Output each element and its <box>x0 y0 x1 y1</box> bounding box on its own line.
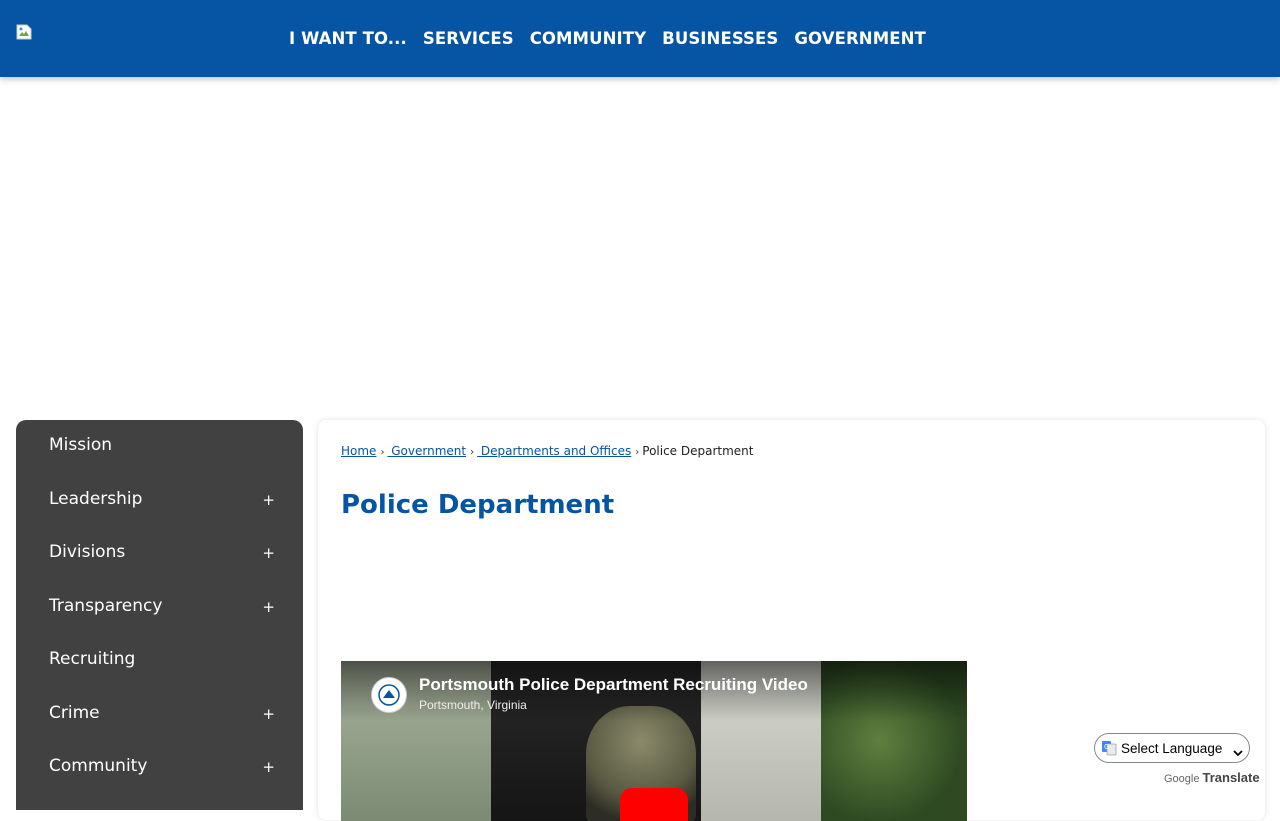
nav-services[interactable]: SERVICES <box>423 29 514 48</box>
google-wordmark: Google <box>1164 773 1200 785</box>
play-button[interactable] <box>620 788 688 821</box>
video-subtitle: Portsmouth, Virginia <box>419 698 527 712</box>
sidebar-item-recruiting[interactable]: Recruiting <box>16 634 303 687</box>
sidebar-item-label: Divisions <box>49 542 126 562</box>
breadcrumb-separator: › <box>635 447 640 458</box>
sidebar-item-label: Leadership <box>49 489 143 509</box>
breadcrumb-government[interactable]: Government <box>387 444 466 458</box>
channel-avatar[interactable] <box>371 677 407 713</box>
expand-plus-icon[interactable]: + <box>262 491 275 509</box>
sidebar-item-label: Recruiting <box>49 649 136 669</box>
video-embed[interactable]: Portsmouth Police Department Recruiting … <box>341 661 967 821</box>
breadcrumb-departments[interactable]: Departments and Offices <box>477 444 631 458</box>
sidebar-item-divisions[interactable]: Divisions + <box>16 527 303 580</box>
language-select[interactable]: G Select Language <box>1094 733 1250 763</box>
sidebar-item-transparency[interactable]: Transparency + <box>16 581 303 634</box>
nav-government[interactable]: GOVERNMENT <box>794 29 925 48</box>
sidebar-menu: Mission Leadership + Divisions + Transpa… <box>16 420 303 810</box>
translate-link[interactable]: Translate <box>1202 770 1259 785</box>
chevron-down-icon <box>1233 743 1243 762</box>
video-title[interactable]: Portsmouth Police Department Recruiting … <box>419 675 808 695</box>
expand-plus-icon[interactable]: + <box>262 705 275 723</box>
powered-by-google: Google Translate <box>1164 767 1260 786</box>
breadcrumb-current: Police Department <box>642 444 754 458</box>
breadcrumb-separator: › <box>470 447 475 458</box>
sidebar-item-community[interactable]: Community + <box>16 741 303 794</box>
svg-text:G: G <box>1104 743 1109 751</box>
nav-community[interactable]: COMMUNITY <box>530 29 646 48</box>
sidebar-item-label: Community <box>49 756 148 776</box>
site-logo[interactable] <box>16 24 32 40</box>
page-title: Police Department <box>341 490 615 520</box>
google-translate-icon: G <box>1101 740 1117 756</box>
expand-plus-icon[interactable]: + <box>262 598 275 616</box>
breadcrumb-separator: › <box>380 447 385 458</box>
sidebar-item-label: Transparency <box>49 596 163 616</box>
breadcrumb: Home › Government › Departments and Office… <box>341 444 754 458</box>
broken-image-icon <box>16 24 32 40</box>
expand-plus-icon[interactable]: + <box>262 758 275 776</box>
main-nav: I WANT TO... SERVICES COMMUNITY BUSINESS… <box>289 26 942 50</box>
sidebar-item-crime[interactable]: Crime + <box>16 688 303 741</box>
sidebar-item-mission[interactable]: Mission <box>16 420 303 473</box>
sidebar-item-label: Mission <box>49 435 113 455</box>
expand-plus-icon[interactable]: + <box>262 544 275 562</box>
sidebar-item-label: Crime <box>49 703 100 723</box>
sidebar-item-leadership[interactable]: Leadership + <box>16 474 303 527</box>
nav-i-want-to[interactable]: I WANT TO... <box>289 29 407 48</box>
breadcrumb-home[interactable]: Home <box>341 444 376 458</box>
nav-businesses[interactable]: BUSINESSES <box>662 29 778 48</box>
language-select-label: Select Language <box>1121 740 1223 756</box>
site-header: I WANT TO... SERVICES COMMUNITY BUSINESS… <box>0 0 1280 77</box>
